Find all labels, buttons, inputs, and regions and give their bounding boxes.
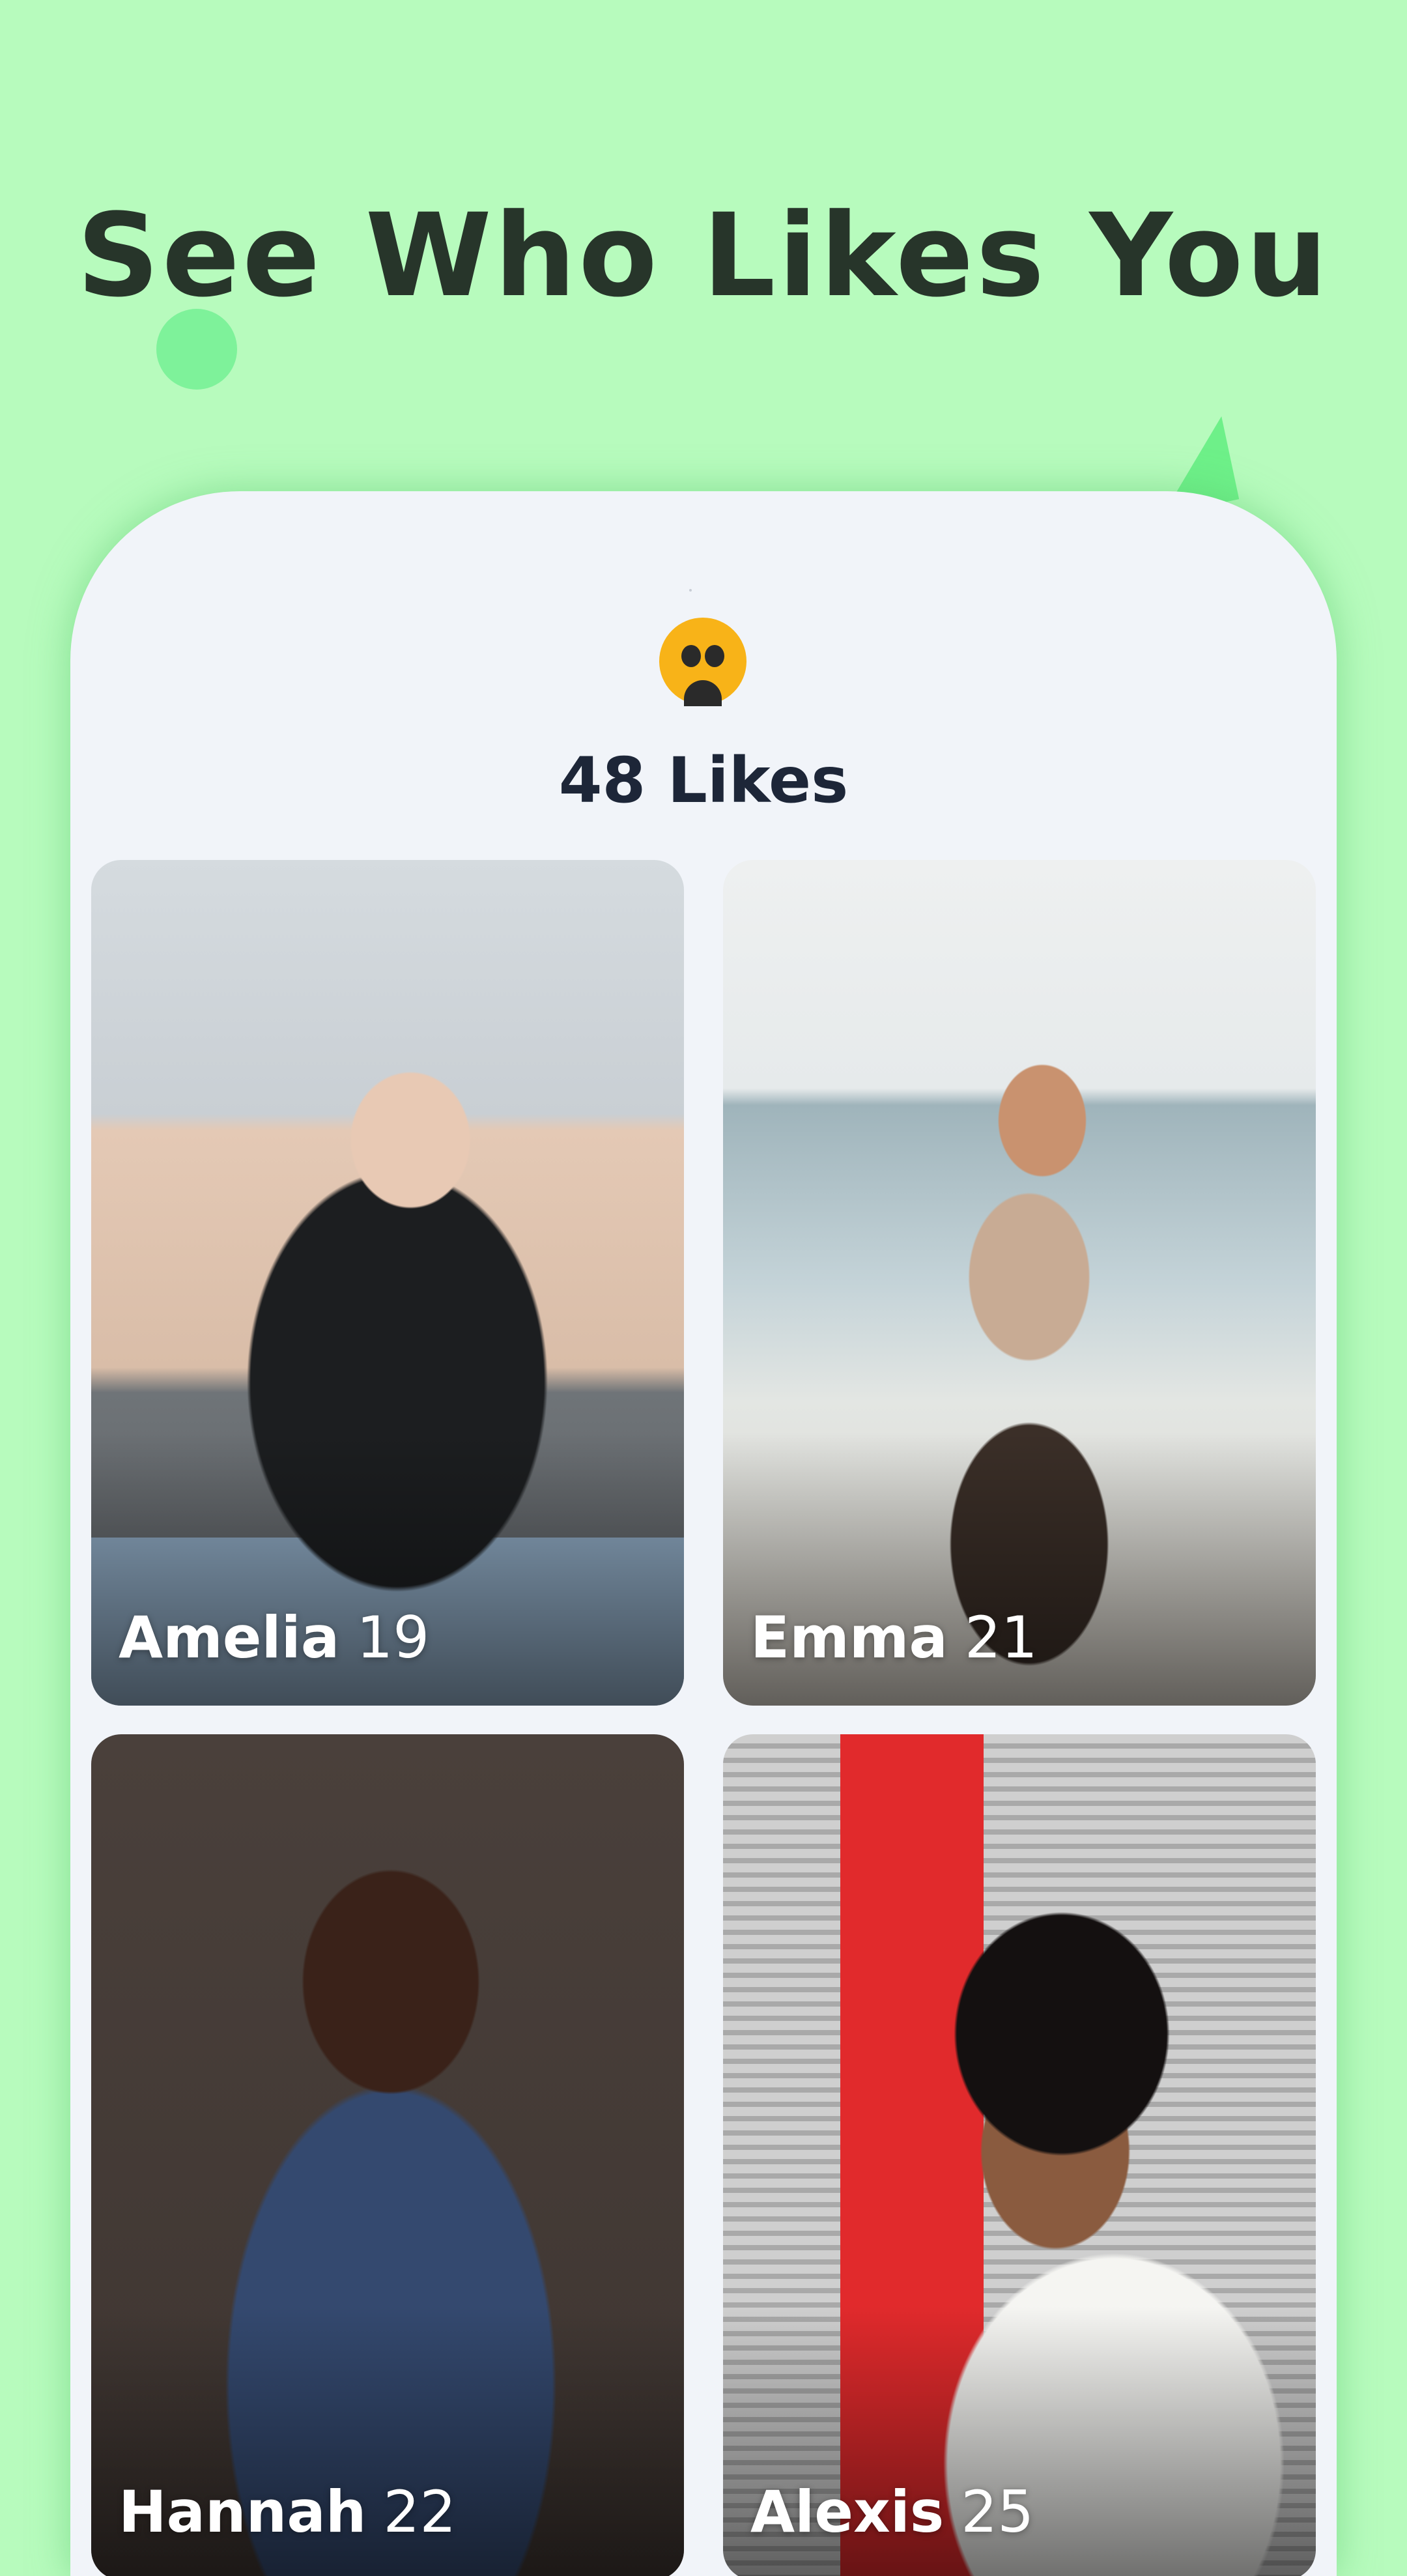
emoji-right-eye: [705, 645, 724, 667]
page-headline: See Who Likes You: [76, 189, 1331, 322]
profile-card-hannah[interactable]: Hannah 22: [91, 1734, 684, 2576]
profile-name: Amelia: [119, 1604, 340, 1671]
profile-label: Alexis 25: [750, 2483, 1034, 2541]
profile-name: Alexis: [750, 2478, 945, 2545]
profile-label: Amelia 19: [119, 1609, 429, 1667]
likes-count: 48 Likes: [558, 744, 849, 817]
profile-card-alexis[interactable]: Alexis 25: [723, 1734, 1316, 2576]
profile-name: Hannah: [119, 2478, 367, 2545]
profile-card-amelia[interactable]: Amelia 19: [91, 860, 684, 1706]
profile-label: Hannah 22: [119, 2483, 456, 2541]
profile-card-emma[interactable]: Emma 21: [723, 860, 1316, 1706]
emoji-left-eye: [681, 645, 701, 667]
profile-age: 25: [961, 2478, 1034, 2545]
decorative-circle: [156, 309, 237, 390]
profile-age: 21: [964, 1604, 1038, 1671]
emoji-mouth: [684, 680, 722, 706]
profile-label: Emma 21: [750, 1609, 1038, 1667]
camera-dot: [689, 589, 692, 592]
profile-name: Emma: [750, 1604, 948, 1671]
phone-mockup: 48 Likes Amelia 19 Emma 21 Hannah 22 Alexis…: [70, 491, 1337, 2576]
surprised-face-icon: [659, 618, 746, 706]
profile-age: 19: [356, 1604, 430, 1671]
profile-age: 22: [383, 2478, 457, 2545]
